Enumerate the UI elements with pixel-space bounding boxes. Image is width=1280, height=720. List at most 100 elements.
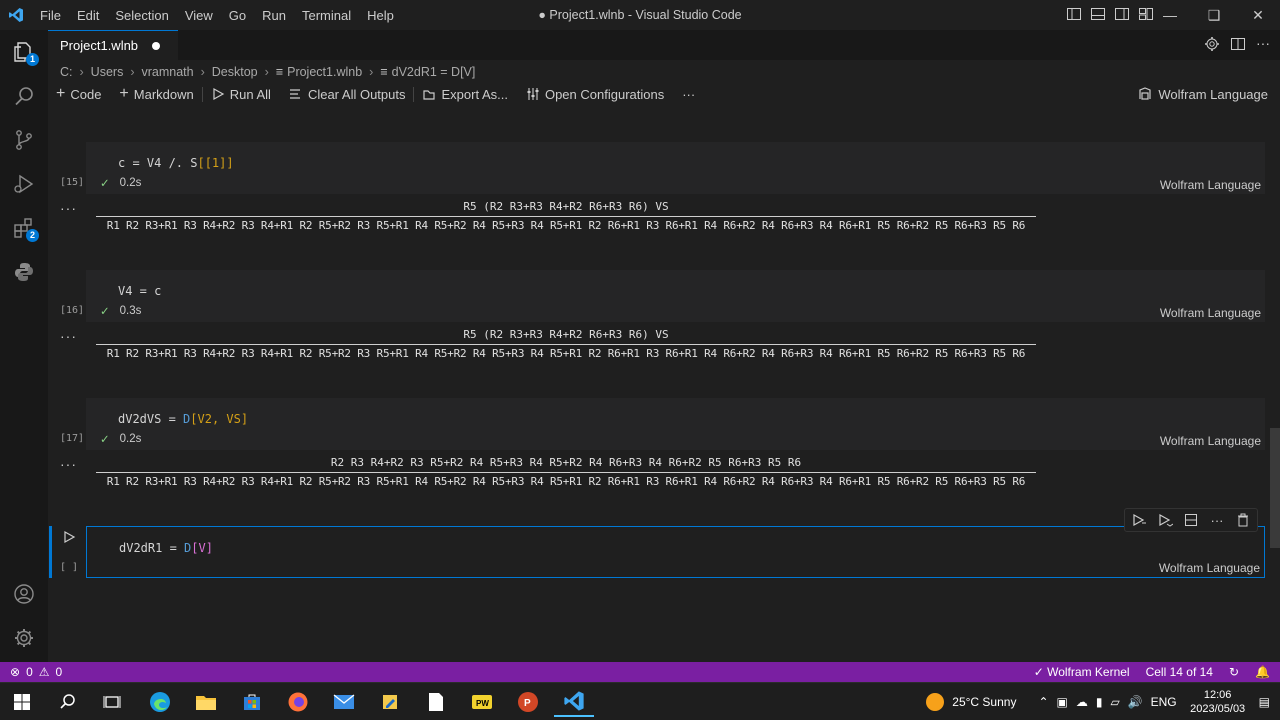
breadcrumb-cell[interactable]: dV2dR1 = D[V] [392,65,476,79]
maximize-icon[interactable]: ❑ [1192,0,1236,30]
network-icon[interactable]: ▱ [1110,695,1119,709]
extensions-icon[interactable]: 2 [0,206,48,250]
split-editor-icon[interactable] [1230,36,1246,55]
export-button[interactable]: Export As... [413,86,508,102]
run-cell-button[interactable] [62,530,76,547]
kernel-icon [1139,87,1151,100]
edge-browser-icon[interactable] [140,687,180,717]
vscode-taskbar-icon[interactable] [554,687,594,717]
output-menu-button[interactable]: ··· [60,200,77,216]
delete-trash-icon[interactable] [1235,512,1251,528]
accounts-icon[interactable] [0,572,48,616]
task-view-icon[interactable] [92,687,132,717]
run-below-icon[interactable] [1157,512,1173,528]
breadcrumb-users[interactable]: Users [91,65,124,79]
chevron-up-icon[interactable]: ⌃ [1038,695,1048,709]
source-control-icon[interactable] [0,118,48,162]
code-cell[interactable]: c = V4 /. S[[1]] ✓ 0.2s Wolfram Language [86,142,1265,194]
settings-gear-icon[interactable] [0,616,48,660]
toolbar-more-button[interactable]: ··· [682,87,695,102]
windows-start-icon[interactable] [2,687,42,717]
breadcrumb-desktop[interactable]: Desktop [212,65,258,79]
cell-code[interactable]: c = V4 /. S[[1]] [118,156,234,170]
close-icon[interactable]: ✕ [1236,0,1280,30]
language-indicator[interactable]: ENG [1151,695,1177,709]
cell-language[interactable]: Wolfram Language [1160,306,1261,320]
sticky-pen-icon[interactable] [370,687,410,717]
cell-output: R2 R3 R4+R2 R3 R5+R2 R4 R5+R3 R4 R5+R2 R… [96,456,1036,489]
more-actions-icon[interactable]: ··· [1209,512,1225,528]
firefox-icon[interactable] [278,687,318,717]
explorer-icon[interactable]: 1 [0,30,48,74]
cell-code[interactable]: dV2dVS = D[V2, VS] [118,412,248,426]
menu-terminal[interactable]: Terminal [294,8,359,23]
weather-sun-icon[interactable] [926,693,945,711]
minimize-icon[interactable]: — [1148,0,1192,30]
code-cell[interactable]: V4 = c ✓ 0.3s Wolfram Language [86,270,1265,322]
open-configurations-button[interactable]: Open Configurations [526,87,664,102]
weather-text[interactable]: 25°C Sunny [952,695,1016,709]
run-all-button[interactable]: Run All [201,86,271,102]
onedrive-cloud-icon[interactable]: ☁ [1076,695,1088,709]
layout-controls [1066,6,1154,22]
kernel-status[interactable]: ✓ Wolfram Kernel [1034,665,1130,679]
powerpoint-icon[interactable]: P [508,687,548,717]
meet-now-icon[interactable]: ▣ [1057,695,1068,709]
menu-help[interactable]: Help [359,8,402,23]
scrollbar-thumb[interactable] [1270,428,1280,548]
breadcrumb-user[interactable]: vramnath [142,65,194,79]
code-cell-active[interactable]: dV2dR1 = D[V] Wolfram Language [86,526,1265,578]
cell-language[interactable]: Wolfram Language [1159,561,1260,575]
live-share-icon[interactable]: ↻ [1229,665,1239,679]
toggle-primary-sidebar-icon[interactable] [1066,6,1082,22]
cell-language[interactable]: Wolfram Language [1160,434,1261,448]
mail-icon[interactable] [324,687,364,717]
output-menu-button[interactable]: ··· [60,456,77,472]
breadcrumb-drive[interactable]: C: [60,65,73,79]
gear-icon[interactable] [1204,36,1220,55]
notepad-icon[interactable] [416,687,456,717]
menu-edit[interactable]: Edit [69,8,107,23]
split-cell-icon[interactable] [1183,512,1199,528]
breadcrumb-file[interactable]: Project1.wlnb [287,65,362,79]
cell-code-editor[interactable]: dV2dR1 = D[V] [119,541,213,555]
run-debug-icon[interactable] [0,162,48,206]
output-menu-button[interactable]: ··· [60,328,77,344]
code-cell[interactable]: dV2dVS = D[V2, VS] ✓ 0.2s Wolfram Langua… [86,398,1265,450]
more-actions-icon[interactable]: ··· [1256,36,1270,55]
vscode-logo-icon[interactable] [0,0,32,30]
notifications-bell-icon[interactable]: 🔔 [1255,665,1270,679]
microsoft-store-icon[interactable] [232,687,272,717]
toggle-secondary-sidebar-icon[interactable] [1114,6,1130,22]
run-above-icon[interactable] [1131,512,1147,528]
taskbar-search-icon[interactable] [48,687,88,717]
add-code-button[interactable]: + Code [56,85,101,103]
kernel-label: Wolfram Language [1158,86,1268,102]
tab-project1[interactable]: Project1.wlnb [48,30,178,60]
toggle-panel-icon[interactable] [1090,6,1106,22]
notification-center-icon[interactable]: ▤ [1259,695,1270,709]
cell-code[interactable]: V4 = c [118,284,161,298]
python-icon[interactable] [0,250,48,294]
menu-go[interactable]: Go [221,8,254,23]
clock[interactable]: 12:06 2023/05/03 [1185,688,1251,716]
add-markdown-button[interactable]: + Markdown [119,85,193,103]
file-explorer-icon[interactable] [186,687,226,717]
kernel-picker[interactable]: Wolfram Language [1138,82,1268,106]
menu-file[interactable]: File [32,8,69,23]
wolfram-app-icon[interactable]: PW [462,687,502,717]
menu-run[interactable]: Run [254,8,294,23]
menu-selection[interactable]: Selection [107,8,176,23]
battery-icon[interactable]: ▮ [1096,695,1103,709]
volume-icon[interactable]: 🔊 [1128,695,1143,709]
cell-language[interactable]: Wolfram Language [1160,178,1261,192]
code-text: [V] [191,541,213,555]
unsaved-dot-icon[interactable] [152,41,161,50]
menu-view[interactable]: View [177,8,221,23]
search-icon[interactable] [0,74,48,118]
cell-position[interactable]: Cell 14 of 14 [1146,665,1213,679]
problems-indicator[interactable]: ⊗ 0 ⚠ 0 [10,665,62,679]
explorer-badge: 1 [26,53,39,66]
breadcrumb: C: › Users › vramnath › Desktop › ≡ Proj… [60,63,475,81]
clear-outputs-button[interactable]: Clear All Outputs [289,87,405,102]
